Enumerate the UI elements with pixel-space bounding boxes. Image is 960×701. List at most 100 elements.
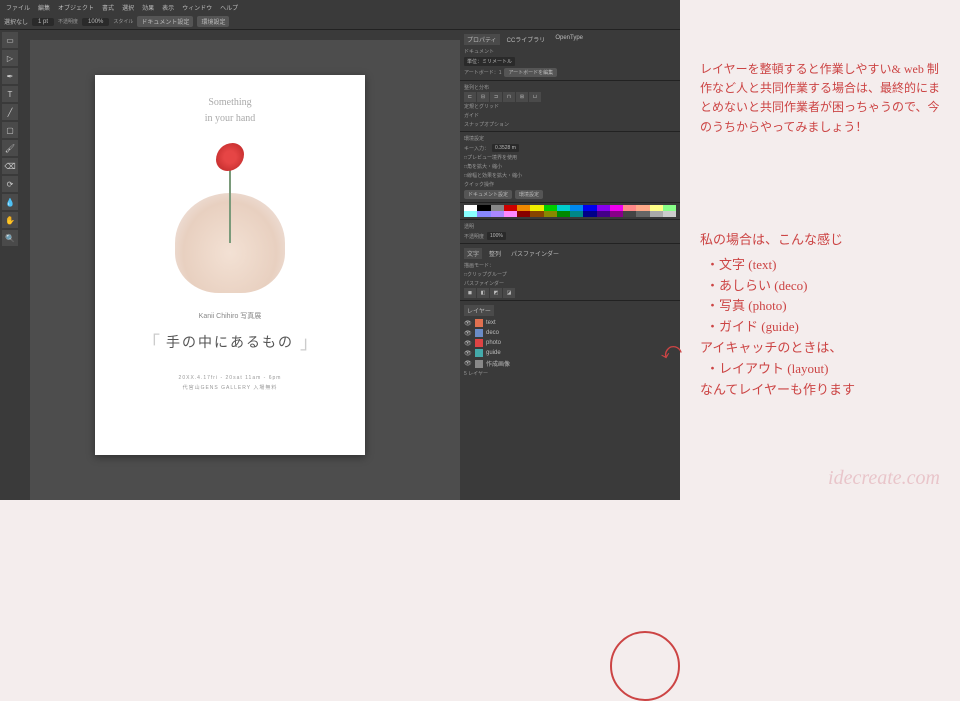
selection-tool[interactable]: ▭ (2, 32, 18, 48)
stroke-check[interactable]: □線幅と効果を拡大・縮小 (464, 172, 522, 179)
guides-label: ガイド (464, 112, 479, 119)
menu-effect[interactable]: 効果 (142, 3, 154, 12)
keyinput-value[interactable]: 0.3528 m (492, 144, 519, 152)
menu-edit[interactable]: 編集 (38, 3, 50, 12)
menu-type[interactable]: 書式 (102, 3, 114, 12)
swatch[interactable] (544, 211, 557, 217)
swatch[interactable] (610, 211, 623, 217)
align-bottom[interactable]: ⊔ (529, 92, 541, 102)
doc-setup-button[interactable]: ドキュメント設定 (137, 16, 193, 27)
eraser-tool[interactable]: ⌫ (2, 158, 18, 174)
align-hcenter[interactable]: ⊟ (477, 92, 489, 102)
corner-check[interactable]: □角を拡大・縮小 (464, 163, 502, 170)
ruler-grid-label: 定規とグリッド (464, 103, 499, 110)
direct-select-tool[interactable]: ▷ (2, 50, 18, 66)
pf-intersect[interactable]: ◩ (490, 288, 502, 298)
layer-name: text (486, 320, 496, 326)
swatch[interactable] (491, 211, 504, 217)
swatch[interactable] (557, 211, 570, 217)
layer-row[interactable]: 👁作成画像 (464, 358, 676, 369)
swatch[interactable] (530, 211, 543, 217)
layer-row[interactable]: 👁 text (464, 318, 676, 328)
swatch[interactable] (597, 211, 610, 217)
swatch[interactable] (477, 211, 490, 217)
pen-tool[interactable]: ✒ (2, 68, 18, 84)
pref-btn[interactable]: 環境設定 (515, 190, 543, 199)
layer-row[interactable]: 👁 photo (464, 338, 676, 348)
swatch[interactable] (570, 211, 583, 217)
stroke-weight[interactable]: 1 pt (32, 18, 54, 26)
menu-view[interactable]: 表示 (162, 3, 174, 12)
tab-properties[interactable]: プロパティ (464, 34, 500, 45)
poster-venue: 代官山GENS GALLERY 入場無料 (183, 384, 278, 391)
rotate-tool[interactable]: ⟳ (2, 176, 18, 192)
tab-pathfinder[interactable]: パスファインダー (508, 248, 562, 259)
env-panel: 環境設定 キー入力：0.3528 m □プレビュー境界を使用 □角を拡大・縮小 … (460, 132, 680, 203)
align-left[interactable]: ⊏ (464, 92, 476, 102)
swatch[interactable] (517, 211, 530, 217)
swatch[interactable] (504, 211, 517, 217)
visibility-icon[interactable]: 👁 (464, 360, 472, 367)
eyedropper-tool[interactable]: 💧 (2, 194, 18, 210)
swatch-panel (460, 203, 680, 220)
swatch[interactable] (636, 211, 649, 217)
align-vcenter[interactable]: ⊞ (516, 92, 528, 102)
poster-title: 手の中にあるもの (166, 332, 294, 352)
pf-minus[interactable]: ◧ (477, 288, 489, 298)
tab-opentype[interactable]: OpenType (552, 34, 586, 45)
opacity-value[interactable]: 100% (82, 18, 109, 26)
type-tool[interactable]: T (2, 86, 18, 102)
opacity2-val[interactable]: 100% (487, 232, 506, 240)
unit-value[interactable]: 単位：ミリメートル (464, 57, 515, 66)
pf-unite[interactable]: ◼ (464, 288, 476, 298)
artboard[interactable]: Something in your hand Kanii Chihiro 写真展… (95, 75, 365, 455)
pf-exclude[interactable]: ◪ (503, 288, 515, 298)
brush-tool[interactable]: 🖌 (2, 140, 18, 156)
swatch[interactable] (650, 211, 663, 217)
tab-layers[interactable]: レイヤー (464, 305, 494, 316)
rect-tool[interactable]: ▢ (2, 122, 18, 138)
menu-file[interactable]: ファイル (6, 3, 30, 12)
doc-btn[interactable]: ドキュメント設定 (464, 190, 512, 199)
layer-row[interactable]: 👁guide (464, 348, 676, 358)
align-top[interactable]: ⊓ (503, 92, 515, 102)
carnation-flower (216, 143, 244, 171)
menu-select[interactable]: 選択 (122, 3, 134, 12)
bracket-left: 「 (142, 329, 160, 355)
menu-object[interactable]: オブジェクト (58, 3, 94, 12)
tab-char[interactable]: 文字 (464, 248, 482, 259)
line-tool[interactable]: ╱ (2, 104, 18, 120)
transparency-panel: 透明 不透明度100% (460, 220, 680, 244)
layers-panel: レイヤー 👁text👁deco👁photo👁guide👁作成画像 5 レイヤー (460, 301, 680, 500)
tab-align2[interactable]: 整列 (486, 248, 504, 259)
menu-window[interactable]: ウィンドウ (182, 3, 212, 12)
quick-label: クイック操作 (464, 181, 494, 188)
canvas-area[interactable]: Something in your hand Kanii Chihiro 写真展… (20, 30, 460, 500)
annotation-block-2: 私の場合は、こんな感じ 文字 (text) あしらい (deco) 写真 (ph… (700, 230, 950, 400)
layer-name: deco (486, 330, 499, 336)
align-right[interactable]: ⊐ (490, 92, 502, 102)
zoom-tool[interactable]: 🔍 (2, 230, 18, 246)
edit-artboard-button[interactable]: アートボードを編集 (504, 68, 557, 77)
annot-item-deco: あしらい (deco) (706, 276, 950, 297)
poster-script-1: Something (208, 97, 251, 109)
clip-check[interactable]: □クリップグループ (464, 271, 507, 278)
prefs-button[interactable]: 環境設定 (197, 16, 229, 27)
layer-name: photo (486, 340, 501, 346)
visibility-icon[interactable]: 👁 (464, 320, 472, 327)
ruler-horizontal (20, 30, 460, 40)
tab-cclib[interactable]: CCライブラリ (504, 34, 549, 45)
swatch[interactable] (583, 211, 596, 217)
hand-tool[interactable]: ✋ (2, 212, 18, 228)
layer-color (475, 329, 483, 337)
swatch[interactable] (623, 211, 636, 217)
menu-help[interactable]: ヘルプ (220, 3, 238, 12)
visibility-icon[interactable]: 👁 (464, 350, 472, 357)
poster-photo (160, 133, 300, 293)
visibility-icon[interactable]: 👁 (464, 330, 472, 337)
preview-check[interactable]: □プレビュー境界を使用 (464, 154, 517, 161)
swatch[interactable] (663, 211, 676, 217)
swatch[interactable] (464, 211, 477, 217)
layer-row[interactable]: 👁 deco (464, 328, 676, 338)
visibility-icon[interactable]: 👁 (464, 340, 472, 347)
